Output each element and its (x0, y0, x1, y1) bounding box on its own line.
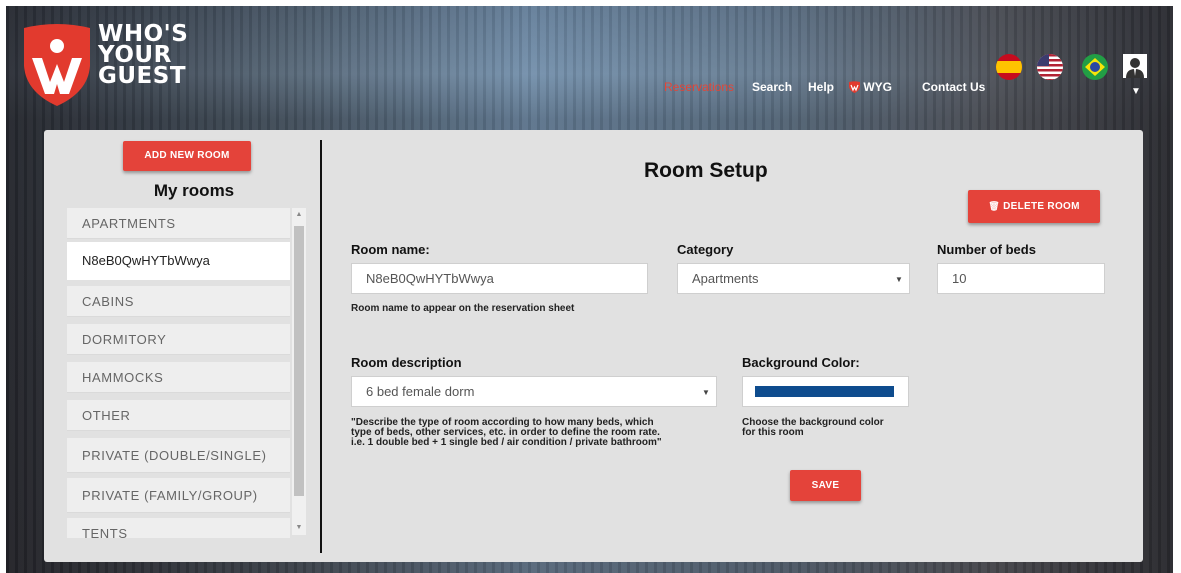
page-title: Room Setup (644, 159, 768, 182)
category-apartments[interactable]: APARTMENTS (67, 208, 290, 239)
bgcolor-hint-line: for this room (742, 427, 804, 438)
nav-wyg-label: WYG (863, 80, 893, 94)
rooms-scrollbar[interactable]: ▲ ▼ (292, 208, 306, 535)
nav-contact[interactable]: Contact Us (922, 80, 985, 94)
description-hint-line: i.e. 1 double bed + 1 single bed / air c… (351, 437, 662, 448)
save-button[interactable]: SAVE (790, 470, 861, 501)
category-label: Category (677, 242, 734, 257)
logo-wordmark: WHO'S YOUR GUEST (98, 23, 188, 88)
bgcolor-hint: Choose the background color for this roo… (742, 418, 884, 438)
rooms-list: APARTMENTS N8eB0QwHYTbWwya CABINS DORMIT… (67, 208, 307, 538)
room-item-selected[interactable]: N8eB0QwHYTbWwya (67, 242, 290, 280)
bgcolor-label: Background Color: (742, 355, 860, 370)
category-other[interactable]: OTHER (67, 400, 290, 431)
description-select[interactable]: 6 bed female dorm ▼ (351, 376, 717, 407)
nav-search[interactable]: Search (752, 80, 792, 94)
vertical-divider (320, 140, 322, 553)
category-private-family-group[interactable]: PRIVATE (FAMILY/GROUP) (67, 478, 290, 513)
chevron-down-icon: ▼ (702, 388, 710, 397)
category-private-double-single[interactable]: PRIVATE (DOUBLE/SINGLE) (67, 438, 290, 473)
scroll-up-icon[interactable]: ▲ (292, 208, 306, 222)
chevron-down-icon[interactable]: ▼ (1131, 86, 1141, 97)
beds-input[interactable]: 10 (937, 263, 1105, 294)
description-label: Room description (351, 355, 462, 370)
nav-help[interactable]: Help (808, 80, 834, 94)
nav-reservations[interactable]: Reservations (664, 80, 734, 94)
room-name-label: Room name: (351, 242, 430, 257)
scroll-down-icon[interactable]: ▼ (292, 521, 306, 535)
user-avatar[interactable] (1123, 54, 1147, 78)
delete-room-button[interactable]: 🗑 DELETE ROOM (968, 190, 1100, 223)
delete-room-label: DELETE ROOM (1003, 201, 1080, 212)
beds-label: Number of beds (937, 242, 1036, 257)
bgcolor-picker[interactable] (742, 376, 909, 407)
chevron-down-icon: ▼ (895, 275, 903, 284)
trash-icon: 🗑 (988, 201, 1000, 211)
description-hint: "Describe the type of room according to … (351, 418, 662, 448)
spain-flag-icon[interactable] (996, 54, 1022, 80)
category-hammocks[interactable]: HAMMOCKS (67, 362, 290, 393)
description-select-value: 6 bed female dorm (366, 384, 475, 399)
scroll-thumb[interactable] (294, 226, 304, 496)
room-name-input[interactable]: N8eB0QwHYTbWwya (351, 263, 648, 294)
top-nav: Reservations Search Help WYG Contact Us (0, 80, 1181, 110)
category-select[interactable]: Apartments ▼ (677, 263, 910, 294)
category-select-value: Apartments (692, 271, 759, 286)
nav-wyg[interactable]: WYG (849, 80, 892, 94)
user-icon (1123, 54, 1147, 78)
brazil-flag-icon[interactable] (1082, 54, 1108, 80)
add-new-room-button[interactable]: ADD NEW ROOM (123, 141, 251, 171)
category-cabins[interactable]: CABINS (67, 286, 290, 317)
main-panel: ADD NEW ROOM My rooms APARTMENTS N8eB0Qw… (44, 130, 1143, 562)
bgcolor-swatch (755, 386, 894, 397)
category-dormitory[interactable]: DORMITORY (67, 324, 290, 355)
my-rooms-heading: My rooms (153, 181, 235, 200)
category-tents[interactable]: TENTS (67, 518, 290, 538)
wyg-shield-icon (849, 81, 860, 93)
room-name-hint: Room name to appear on the reservation s… (351, 303, 575, 314)
usa-flag-icon[interactable] (1037, 54, 1063, 80)
